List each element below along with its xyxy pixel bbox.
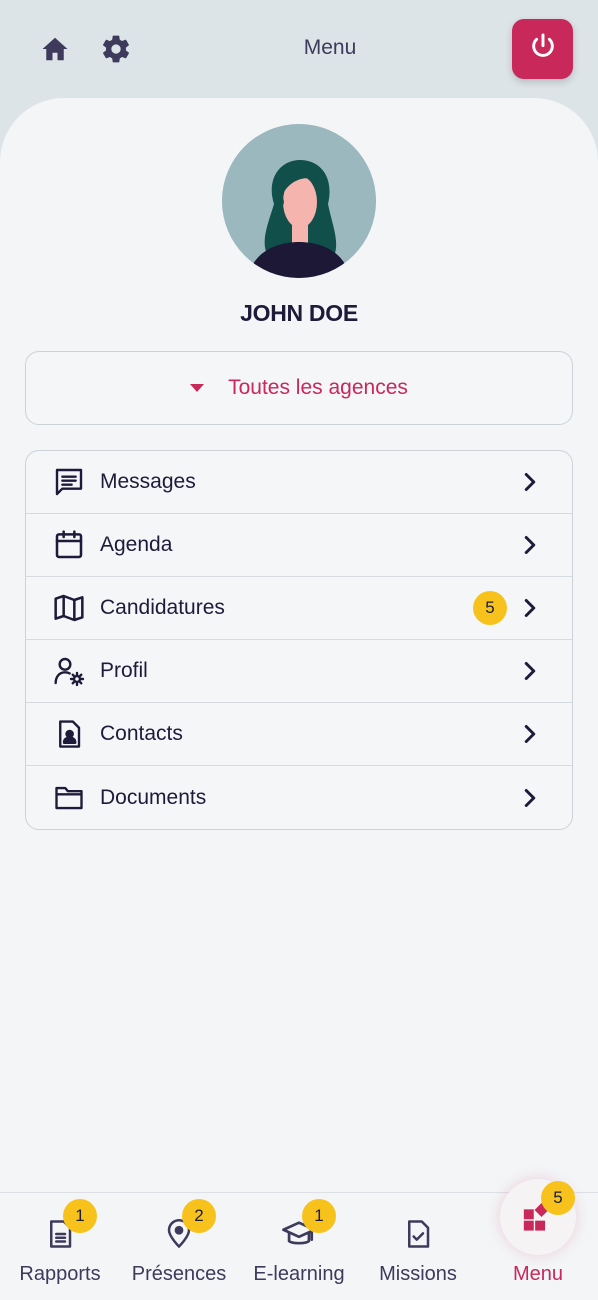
menu-list: Messages Agenda Candidatures 5 Profil Co… bbox=[25, 450, 573, 830]
notification-badge: 5 bbox=[473, 591, 507, 625]
nav-label: E-learning bbox=[253, 1263, 345, 1285]
nav-label: Menu bbox=[512, 1263, 564, 1285]
message-icon bbox=[52, 465, 86, 499]
notification-badge: 1 bbox=[302, 1199, 336, 1233]
notification-badge: 5 bbox=[541, 1181, 575, 1215]
menu-item-contacts[interactable]: Contacts bbox=[26, 703, 572, 766]
agency-selector-label: Toutes les agences bbox=[228, 376, 408, 399]
nav-presences[interactable]: 2 Présences bbox=[119, 1193, 239, 1300]
menu-item-profil[interactable]: Profil bbox=[26, 640, 572, 703]
nav-label: Missions bbox=[379, 1263, 457, 1285]
nav-label: Présences bbox=[131, 1263, 227, 1285]
chevron-right-icon bbox=[520, 472, 540, 492]
user-name: JOHN DOE bbox=[240, 300, 358, 326]
checked-document-icon bbox=[401, 1215, 435, 1253]
menu-item-label: Candidatures bbox=[100, 596, 225, 619]
bottom-nav: 1 Rapports 2 Présences 1 E-learning Miss… bbox=[0, 1179, 598, 1300]
contact-card-icon bbox=[52, 717, 86, 751]
chevron-right-icon bbox=[520, 788, 540, 808]
nav-rapports[interactable]: 1 Rapports bbox=[0, 1193, 120, 1300]
avatar bbox=[222, 124, 376, 278]
menu-item-label: Contacts bbox=[100, 722, 183, 745]
chevron-right-icon bbox=[520, 535, 540, 555]
map-icon bbox=[52, 591, 86, 625]
chevron-right-icon bbox=[520, 724, 540, 744]
agency-selector[interactable]: Toutes les agences bbox=[25, 351, 573, 425]
caret-down-icon bbox=[190, 384, 205, 392]
nav-menu[interactable]: 5 Menu bbox=[478, 1179, 598, 1300]
folder-icon bbox=[52, 781, 86, 815]
notification-badge: 2 bbox=[182, 1199, 216, 1233]
chevron-right-icon bbox=[520, 661, 540, 681]
user-settings-icon bbox=[52, 654, 86, 688]
page-title: Menu bbox=[303, 36, 357, 59]
nav-label: Rapports bbox=[19, 1263, 101, 1285]
menu-item-messages[interactable]: Messages bbox=[26, 451, 572, 514]
menu-item-label: Profil bbox=[100, 659, 148, 682]
power-icon bbox=[527, 31, 559, 68]
menu-item-candidatures[interactable]: Candidatures 5 bbox=[26, 577, 572, 640]
logout-button[interactable] bbox=[512, 19, 573, 79]
menu-item-label: Documents bbox=[100, 785, 207, 809]
menu-item-documents[interactable]: Documents bbox=[26, 766, 572, 829]
nav-missions[interactable]: Missions bbox=[358, 1193, 478, 1300]
menu-item-agenda[interactable]: Agenda bbox=[26, 514, 572, 577]
notification-badge: 1 bbox=[63, 1199, 97, 1233]
menu-item-label: Messages bbox=[100, 470, 196, 493]
menu-item-label: Agenda bbox=[100, 533, 173, 556]
chevron-right-icon bbox=[520, 598, 540, 618]
calendar-icon bbox=[52, 528, 86, 562]
nav-elearning[interactable]: 1 E-learning bbox=[239, 1193, 359, 1300]
